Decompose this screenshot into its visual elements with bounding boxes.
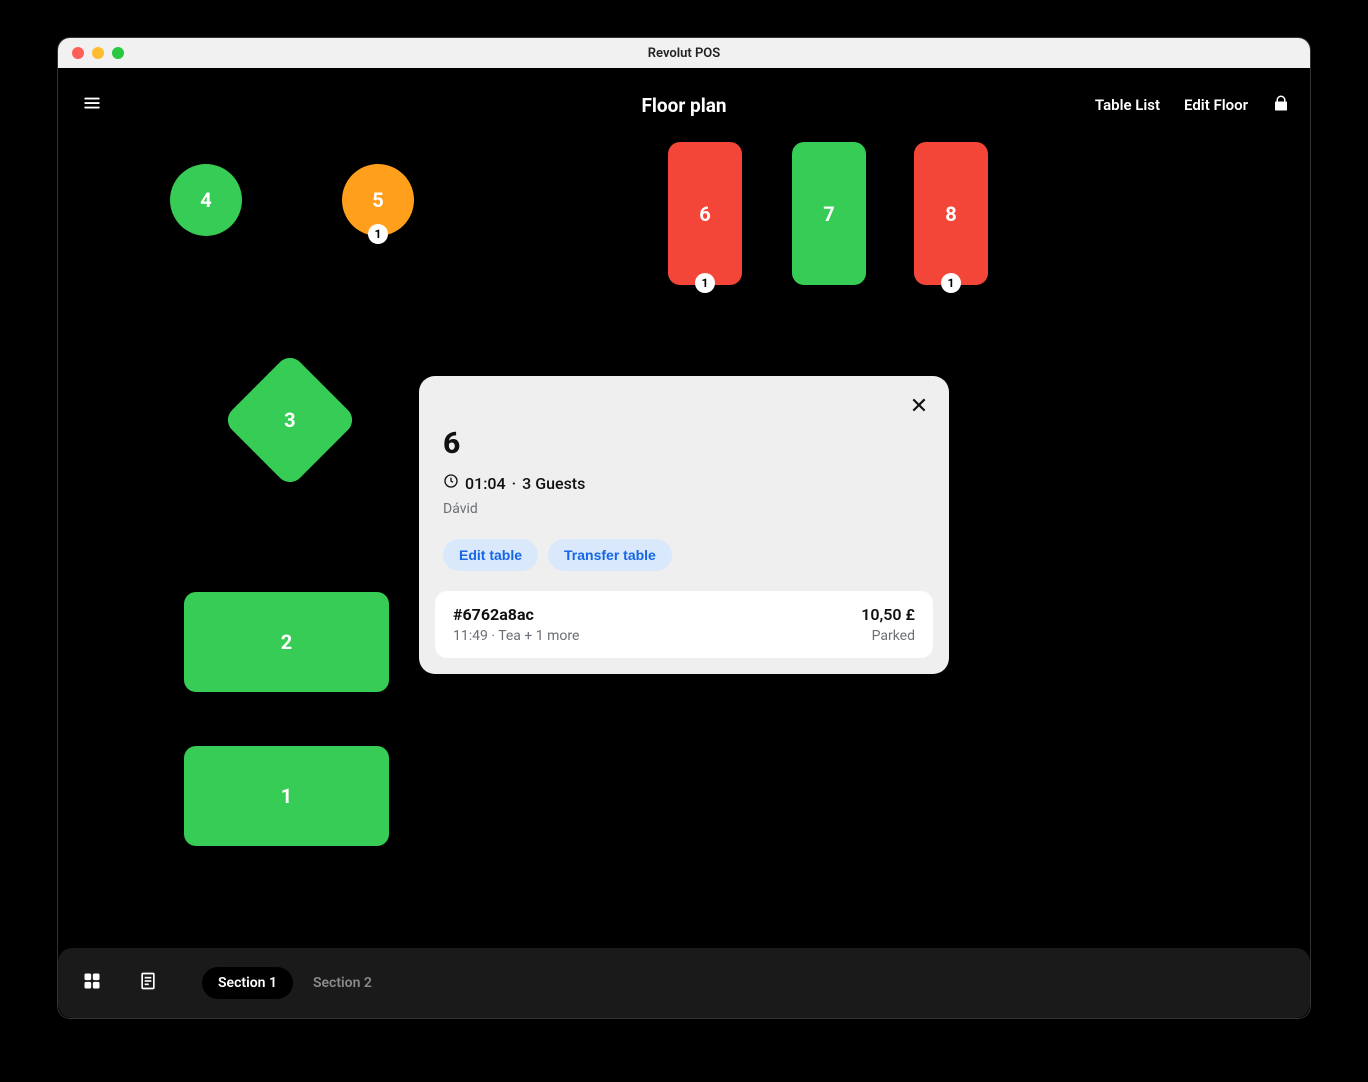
close-icon: ✕	[910, 394, 928, 419]
table-2[interactable]: 2	[184, 592, 389, 692]
table-label: 2	[281, 630, 292, 654]
section-tabs: Section 1 Section 2	[202, 967, 388, 999]
table-label: 1	[281, 784, 292, 808]
table-label: 8	[945, 202, 956, 226]
table-badge: 1	[368, 224, 388, 244]
order-left: #6762a8ac 11:49 · Tea + 1 more	[453, 605, 579, 644]
app-body: Floor plan Table List Edit Floor 4 5 1 6…	[58, 68, 1310, 1018]
section-tab-1[interactable]: Section 1	[202, 967, 293, 999]
table-4[interactable]: 4	[170, 164, 242, 236]
popover-guests: 3 Guests	[522, 474, 585, 493]
table-popover: ✕ 6 01:04 · 3 Guests Dávid Edit table	[419, 376, 949, 674]
order-id: #6762a8ac	[453, 605, 579, 624]
table-label: 7	[823, 202, 834, 226]
table-5[interactable]: 5 1	[342, 164, 414, 236]
topbar: Floor plan Table List Edit Floor	[58, 68, 1310, 142]
table-7[interactable]: 7	[792, 142, 866, 285]
popover-header: 6 01:04 · 3 Guests Dávid Edit table Tran…	[419, 376, 949, 591]
popover-time: 01:04	[465, 474, 506, 493]
order-right: 10,50 £ Parked	[861, 605, 915, 644]
table-badge: 1	[695, 273, 715, 293]
receipt-icon	[138, 971, 158, 995]
popover-table-number: 6	[443, 426, 925, 461]
popover-subtitle: 01:04 · 3 Guests	[443, 473, 925, 493]
popover-server: Dávid	[443, 501, 925, 517]
transfer-table-button[interactable]: Transfer table	[548, 539, 672, 571]
order-price: 10,50 £	[861, 605, 915, 624]
order-description: 11:49 · Tea + 1 more	[453, 628, 579, 644]
clock-icon	[443, 473, 459, 493]
table-8[interactable]: 8 1	[914, 142, 988, 285]
titlebar: Revolut POS	[58, 38, 1310, 68]
table-label: 5	[372, 188, 383, 212]
app-window: Revolut POS Floor plan Table List Edit F…	[58, 38, 1310, 1018]
order-card[interactable]: #6762a8ac 11:49 · Tea + 1 more 10,50 £ P…	[435, 591, 933, 658]
close-button[interactable]: ✕	[905, 392, 933, 420]
bottombar: Section 1 Section 2	[58, 948, 1310, 1018]
edit-table-button[interactable]: Edit table	[443, 539, 538, 571]
table-1[interactable]: 1	[184, 746, 389, 846]
table-label: 4	[200, 188, 211, 212]
floor-canvas: 4 5 1 6 1 7 8 1 3 2 1	[58, 142, 1310, 948]
table-6[interactable]: 6 1	[668, 142, 742, 285]
receipt-view-button[interactable]	[134, 969, 162, 997]
window-title: Revolut POS	[58, 46, 1310, 61]
page-title: Floor plan	[58, 94, 1310, 117]
grid-icon	[82, 971, 102, 995]
grid-view-button[interactable]	[78, 969, 106, 997]
table-badge: 1	[941, 273, 961, 293]
section-tab-2[interactable]: Section 2	[297, 967, 388, 999]
table-label: 3	[284, 408, 295, 432]
table-3[interactable]: 3	[222, 352, 358, 488]
table-label: 6	[699, 202, 710, 226]
popover-actions: Edit table Transfer table	[443, 539, 925, 571]
order-status: Parked	[861, 628, 915, 644]
